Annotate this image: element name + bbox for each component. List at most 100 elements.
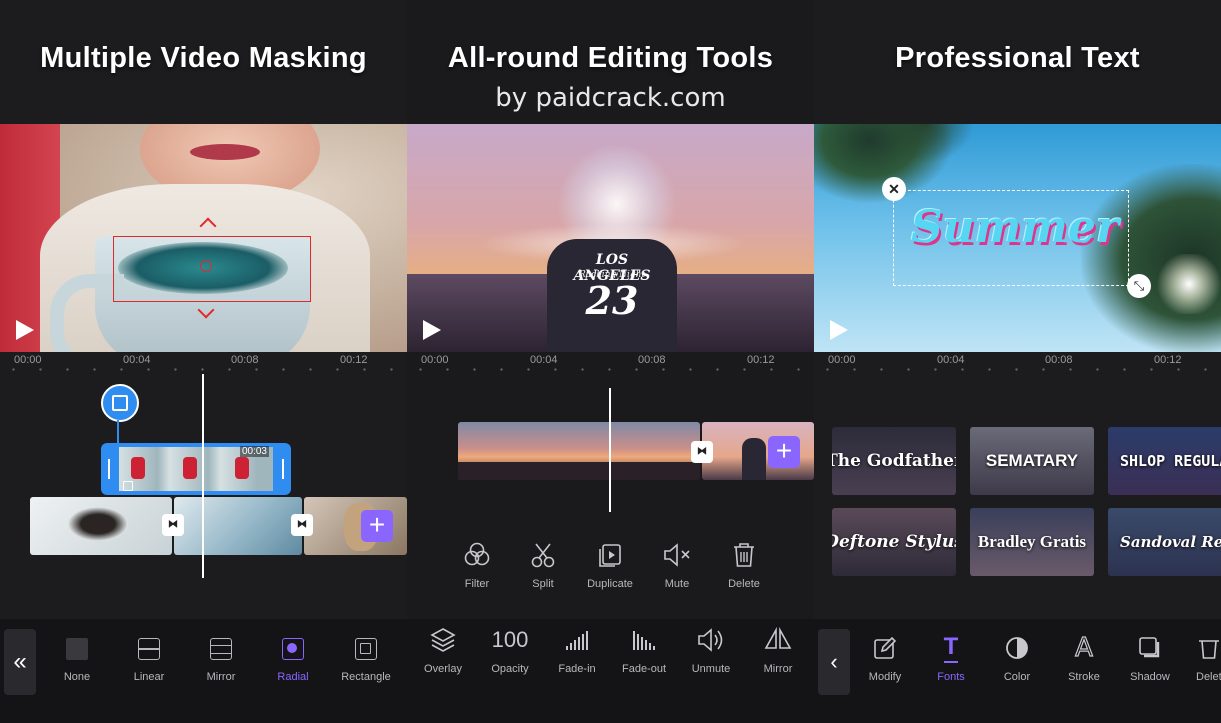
action-split[interactable]: Split xyxy=(510,540,576,590)
transition-icon[interactable]: ⧓ xyxy=(291,514,313,536)
back-button[interactable]: ‹ xyxy=(818,629,850,695)
tool-label: Mirror xyxy=(763,663,793,675)
tool-label: Stroke xyxy=(1068,671,1100,683)
opacity-value: 100 xyxy=(491,627,529,652)
speaker-icon xyxy=(123,481,133,491)
ruler-tick-label: 00:00 xyxy=(14,354,42,366)
ruler-tick-label: 00:08 xyxy=(638,354,666,366)
tool-label: Radial xyxy=(277,671,309,683)
duplicate-icon xyxy=(599,544,621,567)
panel-title: Professional Text xyxy=(895,42,1140,74)
font-option[interactable]: Deftone Stylus xyxy=(832,508,956,576)
tool-mirror[interactable]: Mirror xyxy=(745,625,811,675)
mirror-mask-icon xyxy=(210,638,232,660)
text-toolbar: ‹ Modify T Fonts Color A Stroke Shadow D… xyxy=(814,619,1221,723)
play-icon[interactable] xyxy=(423,320,441,340)
tool-delete[interactable]: Delete xyxy=(1184,633,1221,683)
font-name: Sandoval Regular xyxy=(1120,533,1221,551)
ruler-tick-label: 00:04 xyxy=(937,354,965,366)
action-duplicate[interactable]: Duplicate xyxy=(577,540,643,590)
tool-label: Rectangle xyxy=(341,671,391,683)
tool-fonts[interactable]: T Fonts xyxy=(918,633,984,683)
font-option[interactable]: SHLOP REGULAR xyxy=(1108,427,1221,495)
main-track-clip[interactable] xyxy=(30,497,172,555)
tool-label: Fade-in xyxy=(558,663,596,675)
tool-label: Mirror xyxy=(206,671,236,683)
mirror-icon xyxy=(764,626,792,649)
tool-label: Overlay xyxy=(424,663,462,675)
main-track-clip[interactable] xyxy=(458,422,700,480)
mask-keyframe-pin[interactable] xyxy=(101,384,139,422)
mask-center-icon[interactable] xyxy=(200,260,212,272)
mask-option-rectangle[interactable]: Rectangle xyxy=(331,633,401,683)
scissors-icon xyxy=(531,543,555,568)
unmute-icon xyxy=(698,628,723,652)
resize-icon[interactable]: ⤡ xyxy=(1127,274,1151,298)
mask-option-radial[interactable]: Radial xyxy=(258,633,328,683)
ruler-tick-label: 00:04 xyxy=(123,354,151,366)
font-option[interactable]: Sandoval Regular xyxy=(1108,508,1221,576)
preview-video[interactable] xyxy=(0,124,407,352)
font-option[interactable]: SEMATARY xyxy=(970,427,1094,495)
shirt-number: 23 xyxy=(585,278,639,323)
clip-duration: 00:03 xyxy=(239,446,269,457)
transition-icon[interactable]: ⧓ xyxy=(162,514,184,536)
preview-video[interactable]: LOS ANGELES Racking Night 23 xyxy=(407,124,814,352)
tool-fade-out[interactable]: Fade-out xyxy=(611,625,677,675)
mask-pin-icon xyxy=(112,395,128,411)
font-option[interactable]: The Godfather xyxy=(832,427,956,495)
action-delete[interactable]: Delete xyxy=(711,540,777,590)
mask-option-mirror[interactable]: Mirror xyxy=(186,633,256,683)
fonts-icon: T xyxy=(943,633,959,663)
linear-mask-icon xyxy=(138,638,160,660)
mask-option-linear[interactable]: Linear xyxy=(114,633,184,683)
timeline-ruler: 00:00 00:04 00:08 00:12 xyxy=(407,352,814,374)
tool-label: Shadow xyxy=(1130,671,1170,683)
font-name: Bradley Gratis xyxy=(977,532,1087,551)
transition-icon[interactable]: ⧓ xyxy=(691,441,713,463)
timeline-ruler: 00:00 00:04 00:08 00:12 xyxy=(0,352,407,374)
trim-handle-right[interactable] xyxy=(282,459,284,479)
mask-toolbar: « None Linear Mirror Radial Rectangle xyxy=(0,619,407,723)
tool-overlay[interactable]: Overlay xyxy=(410,625,476,675)
modify-icon xyxy=(874,636,897,659)
tool-fade-in[interactable]: Fade-in xyxy=(544,625,610,675)
panel-title: Multiple Video Masking xyxy=(40,42,367,74)
tool-color[interactable]: Color xyxy=(984,633,1050,683)
mask-rectangle[interactable] xyxy=(113,236,311,302)
playhead[interactable] xyxy=(609,388,611,512)
ruler-tick-label: 00:08 xyxy=(1045,354,1073,366)
tool-modify[interactable]: Modify xyxy=(852,633,918,683)
chevron-left-icon: ‹ xyxy=(830,649,838,674)
sticker-text[interactable]: Summer xyxy=(900,202,1130,253)
radial-mask-icon xyxy=(282,638,304,660)
tool-label: Fonts xyxy=(937,671,965,683)
playhead[interactable] xyxy=(202,374,204,578)
tool-unmute[interactable]: Unmute xyxy=(678,625,744,675)
tool-label: Modify xyxy=(868,671,902,683)
stroke-icon: A xyxy=(1075,632,1094,663)
ruler-tick-label: 00:00 xyxy=(828,354,856,366)
mask-option-none[interactable]: None xyxy=(42,633,112,683)
add-clip-button[interactable]: + xyxy=(361,510,393,542)
play-icon[interactable] xyxy=(830,320,848,340)
tool-stroke[interactable]: A Stroke xyxy=(1051,632,1117,683)
action-filter[interactable]: Filter xyxy=(444,540,510,590)
preview-video[interactable]: Summer ✕ ⤡ xyxy=(814,124,1221,352)
font-name: Deftone Stylus xyxy=(832,532,956,552)
font-option[interactable]: Bradley Gratis xyxy=(970,508,1094,576)
filter-icon xyxy=(464,542,490,566)
double-chevron-left-icon: « xyxy=(13,648,27,675)
main-track-clip[interactable] xyxy=(174,497,302,555)
action-mute[interactable]: Mute xyxy=(644,540,710,590)
trim-handle-left[interactable] xyxy=(108,459,110,479)
close-icon[interactable]: ✕ xyxy=(882,177,906,201)
tool-opacity[interactable]: 100 Opacity xyxy=(477,625,543,675)
collapse-button[interactable]: « xyxy=(4,629,36,695)
action-label: Duplicate xyxy=(587,578,633,590)
add-clip-button[interactable]: + xyxy=(768,436,800,468)
selected-clip[interactable]: 00:03 xyxy=(101,443,291,495)
tool-shadow[interactable]: Shadow xyxy=(1117,633,1183,683)
font-name: The Godfather xyxy=(832,451,956,471)
play-icon[interactable] xyxy=(16,320,34,340)
